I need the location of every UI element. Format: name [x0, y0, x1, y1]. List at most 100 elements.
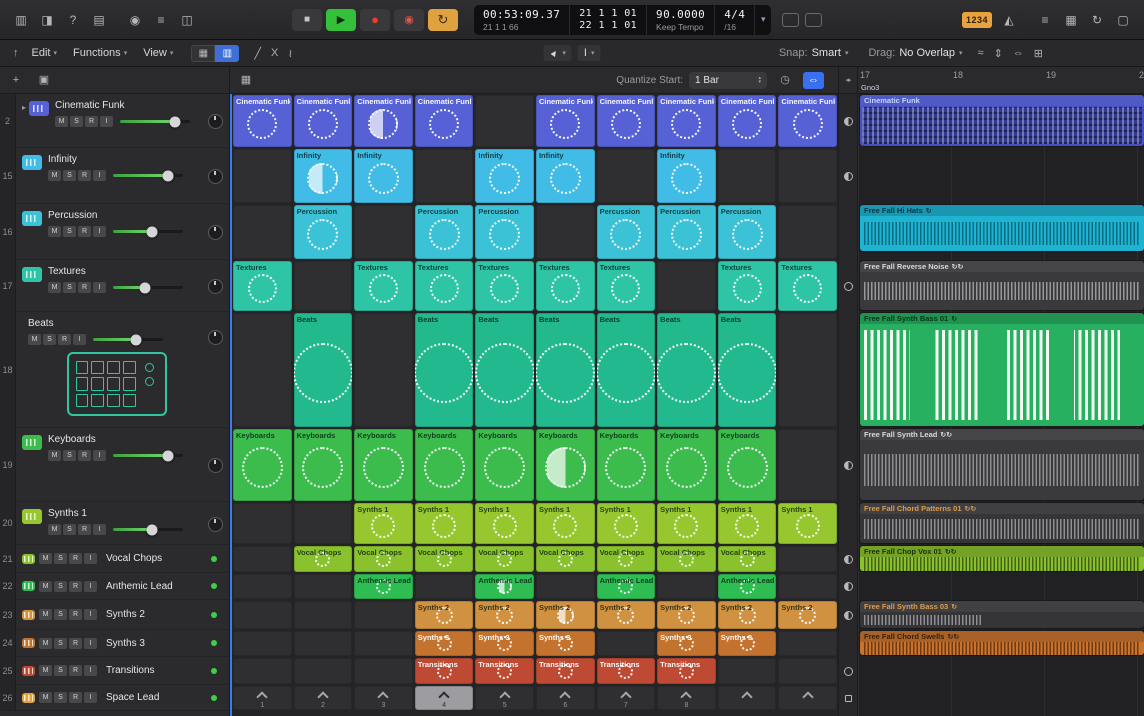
track-r-button[interactable]: R [69, 692, 82, 703]
loop-cell[interactable]: Anthemic Lead [597, 574, 656, 599]
quick-help-icon[interactable]: ? [62, 11, 84, 29]
empty-cell[interactable] [354, 601, 413, 629]
track-r-button[interactable]: R [78, 450, 91, 461]
loop-cell[interactable]: Beats [294, 313, 353, 427]
scene-trigger[interactable]: 3 [354, 686, 413, 710]
scene-trigger[interactable]: 7 [597, 686, 656, 710]
empty-cell[interactable] [354, 631, 413, 656]
region[interactable]: Free Fall Hi Hats↻ [860, 205, 1144, 251]
region[interactable]: Free Fall Chop Vox 01↻↻ [860, 546, 1144, 571]
horizontal-auto-zoom-button[interactable]: ⇔ [803, 72, 824, 89]
ruler[interactable]: 1718192 [858, 67, 1144, 93]
track-i-button[interactable]: I [93, 226, 106, 237]
loop-cell[interactable]: Transitions [475, 658, 534, 684]
pan-knob[interactable] [208, 458, 223, 473]
empty-cell[interactable] [778, 205, 837, 259]
loop-cell[interactable]: Synths 2 [536, 601, 595, 629]
loop-browser-icon[interactable]: ↻ [1086, 11, 1108, 29]
loop-cell[interactable]: Keyboards [597, 429, 656, 501]
loop-cell[interactable]: Infinity [294, 149, 353, 203]
add-track-button[interactable]: + [6, 72, 26, 89]
track-i-button[interactable]: I [73, 334, 86, 345]
inspector-icon[interactable]: ◨ [36, 11, 58, 29]
empty-cell[interactable] [354, 205, 413, 259]
loop-cell[interactable]: Keyboards [475, 429, 534, 501]
scene-trigger[interactable]: 8 [657, 686, 716, 710]
track-m-button[interactable]: M [55, 116, 68, 127]
track-s-button[interactable]: S [54, 692, 67, 703]
loop-cell[interactable]: Transitions [536, 658, 595, 684]
empty-cell[interactable] [294, 261, 353, 311]
volume-slider[interactable] [93, 338, 163, 341]
loop-cell[interactable]: Vocal Chops [597, 546, 656, 572]
loop-cell[interactable]: Vocal Chops [657, 546, 716, 572]
vertical-zoom-icon[interactable]: ⇕ [994, 47, 1003, 60]
editors-icon[interactable]: ◫ [176, 11, 198, 29]
scene-trigger[interactable]: 4 [415, 686, 474, 710]
loop-cell[interactable]: Cinematic Funk [233, 95, 292, 147]
track-header[interactable]: 2▸Cinematic FunkMSRI [0, 94, 229, 148]
loop-cell[interactable]: Vocal Chops [354, 546, 413, 572]
loop-cell[interactable]: Synths 2 [415, 601, 474, 629]
empty-cell[interactable] [718, 149, 777, 203]
track-i-button[interactable]: I [84, 665, 97, 676]
pan-knob[interactable] [208, 330, 223, 345]
group-tracks-button[interactable]: ▣ [34, 72, 54, 89]
pan-knob[interactable] [208, 225, 223, 240]
empty-cell[interactable] [597, 149, 656, 203]
loop-cell[interactable]: Cinematic Funk [354, 95, 413, 147]
track-header[interactable]: 21MSRIVocal Chops [0, 545, 229, 573]
empty-cell[interactable] [233, 601, 292, 629]
loop-cell[interactable]: Synths 2 [778, 601, 837, 629]
count-in-button[interactable]: 1234 [962, 12, 992, 28]
scene-trigger[interactable] [718, 686, 777, 710]
region[interactable]: Free Fall Synth Lead↻↻ [860, 429, 1144, 500]
loop-cell[interactable]: Beats [718, 313, 777, 427]
loop-cell[interactable]: Textures [415, 261, 474, 311]
toolbar-toggle-icon[interactable]: ▤ [88, 11, 110, 29]
capture-recording-button[interactable]: ◉ [394, 9, 424, 31]
loop-cell[interactable]: Textures [536, 261, 595, 311]
empty-cell[interactable] [233, 313, 292, 427]
volume-slider[interactable] [120, 120, 190, 123]
track-s-button[interactable]: S [63, 450, 76, 461]
empty-cell[interactable] [354, 313, 413, 427]
empty-cell[interactable] [294, 503, 353, 544]
loop-cell[interactable]: Synths 1 [475, 503, 534, 544]
scene-trigger[interactable]: 2 [294, 686, 353, 710]
loop-cell[interactable]: Textures [233, 261, 292, 311]
region[interactable]: Cinematic Funk [860, 95, 1144, 146]
left-click-tool-menu[interactable]: ► ▾ [543, 45, 571, 61]
track-i-button[interactable]: I [84, 553, 97, 564]
loop-cell[interactable]: Synths 3 [657, 631, 716, 656]
region[interactable]: Free Fall Chord Patterns 01↻↻ [860, 503, 1144, 543]
loop-cell[interactable]: Infinity [657, 149, 716, 203]
empty-cell[interactable] [233, 631, 292, 656]
scene-trigger[interactable]: 5 [475, 686, 534, 710]
track-header[interactable]: 15InfinityMSRI [0, 148, 229, 204]
loop-cell[interactable]: Synths 1 [536, 503, 595, 544]
volume-thumb[interactable] [146, 226, 157, 237]
loop-cell[interactable]: Percussion [475, 205, 534, 259]
loop-cell[interactable]: Synths 3 [475, 631, 534, 656]
loop-cell[interactable]: Keyboards [233, 429, 292, 501]
track-m-button[interactable]: M [39, 638, 52, 649]
loop-cell[interactable]: Infinity [536, 149, 595, 203]
disclosure-triangle-icon[interactable]: ▸ [22, 103, 26, 143]
row-ring-icon[interactable] [844, 282, 853, 291]
loop-cell[interactable]: Transitions [415, 658, 474, 684]
track-header[interactable]: 26MSRISpace Lead [0, 685, 229, 711]
loop-cell[interactable]: Synths 1 [597, 503, 656, 544]
track-r-button[interactable]: R [78, 226, 91, 237]
track-s-button[interactable]: S [54, 581, 67, 592]
track-r-button[interactable]: R [69, 553, 82, 564]
loop-cell[interactable]: Synths 2 [475, 601, 534, 629]
lcd-display[interactable]: 00:53:09.37 21 1 1 66 21 1 1 01 22 1 1 0… [474, 5, 771, 35]
loop-cell[interactable]: Vocal Chops [475, 546, 534, 572]
loop-cell[interactable]: Beats [597, 313, 656, 427]
empty-cell[interactable] [657, 261, 716, 311]
track-header[interactable]: 16PercussionMSRI [0, 204, 229, 260]
loop-cell[interactable]: Percussion [294, 205, 353, 259]
pan-knob[interactable] [208, 517, 223, 532]
track-s-button[interactable]: S [63, 282, 76, 293]
